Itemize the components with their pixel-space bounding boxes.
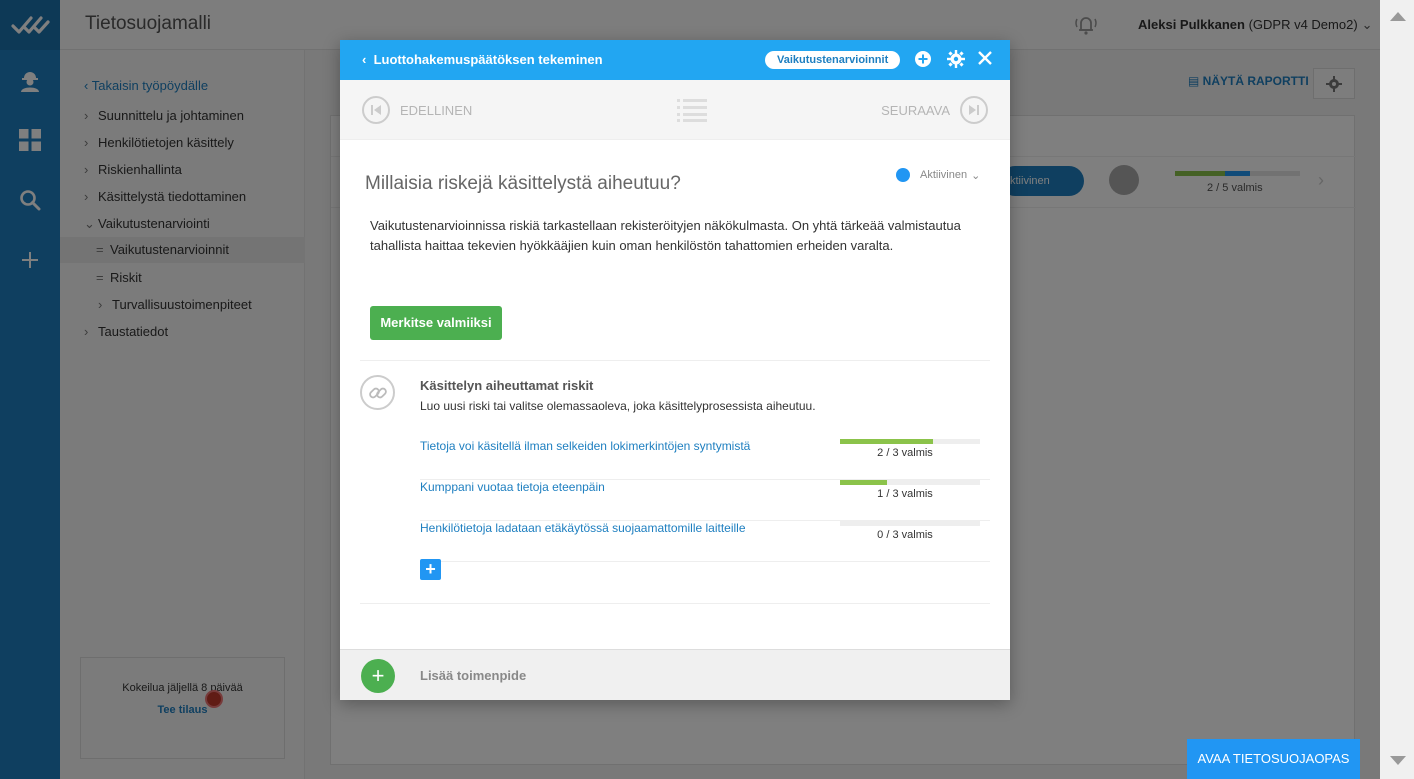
question-title: Millaisia riskejä käsittelystä aiheutuu? <box>365 173 681 194</box>
risk-progress-label: 2 / 3 valmis <box>877 447 933 459</box>
risk-progress-fill <box>840 439 934 444</box>
chevron-left-icon: ‹ <box>362 52 374 67</box>
step-modal: ‹ Luottohakemuspäätöksen tekeminen Vaiku… <box>340 40 1010 700</box>
risk-row[interactable]: Tietoja voi käsitellä ilman selkeiden lo… <box>420 439 990 480</box>
status-label: Aktiivinen <box>920 169 968 181</box>
chevron-down-icon: ⌄ <box>971 169 981 182</box>
step-navigation: EDELLINEN SEURAAVA <box>340 80 1010 140</box>
divider <box>360 360 990 361</box>
status-dot-icon <box>896 168 910 182</box>
close-icon[interactable] <box>978 51 992 70</box>
step-list-icon[interactable] <box>677 98 707 127</box>
add-action-icon[interactable]: + <box>361 659 395 693</box>
risk-row[interactable]: Henkilötietoja ladataan etäkäytössä suoj… <box>420 521 990 562</box>
risk-progress-label: 1 / 3 valmis <box>877 488 933 500</box>
gear-icon[interactable] <box>947 50 965 73</box>
divider <box>360 603 990 604</box>
risk-progress-bar <box>840 480 980 485</box>
previous-label: EDELLINEN <box>400 102 473 118</box>
link-icon <box>360 375 395 410</box>
mark-done-button[interactable]: Merkitse valmiiksi <box>370 306 502 340</box>
scroll-up-icon[interactable] <box>1390 12 1406 21</box>
risk-link[interactable]: Tietoja voi käsitellä ilman selkeiden lo… <box>420 439 750 453</box>
previous-button[interactable]: EDELLINEN <box>362 96 472 124</box>
next-button[interactable]: SEURAAVA <box>881 96 988 124</box>
add-risk-button[interactable]: + <box>420 559 441 580</box>
risk-link[interactable]: Henkilötietoja ladataan etäkäytössä suoj… <box>420 521 746 535</box>
section-subtitle: Luo uusi riski tai valitse olemassaoleva… <box>420 399 816 413</box>
section-title: Käsittelyn aiheuttamat riskit <box>420 378 594 393</box>
add-circle-icon[interactable] <box>914 50 932 73</box>
open-guide-button[interactable]: AVAA TIETOSUOJAOPAS <box>1187 739 1360 779</box>
modal-back-link[interactable]: ‹ Luottohakemuspäätöksen tekeminen <box>362 52 603 67</box>
risk-row[interactable]: Kumppani vuotaa tietoja eteenpäin 1 / 3 … <box>420 480 990 521</box>
next-label: SEURAAVA <box>881 102 950 118</box>
modal-footer: + Lisää toimenpide <box>340 649 1010 700</box>
modal-header: ‹ Luottohakemuspäätöksen tekeminen Vaiku… <box>340 40 1010 80</box>
risk-progress-bar <box>840 439 980 444</box>
scrollbar[interactable] <box>1380 0 1414 779</box>
risk-progress-label: 0 / 3 valmis <box>877 529 933 541</box>
risk-link[interactable]: Kumppani vuotaa tietoja eteenpäin <box>420 480 605 494</box>
skip-next-icon <box>960 96 988 124</box>
risk-progress-fill <box>840 480 887 485</box>
risk-progress-bar <box>840 521 980 526</box>
modal-title: Luottohakemuspäätöksen tekeminen <box>373 52 603 67</box>
scroll-down-icon[interactable] <box>1390 756 1406 765</box>
question-description: Vaikutustenarvioinnissa riskiä tarkastel… <box>370 218 961 253</box>
add-action-button[interactable]: Lisää toimenpide <box>420 668 526 683</box>
status-dropdown[interactable]: Aktiivinen ⌄ <box>896 168 980 182</box>
category-tag[interactable]: Vaikutustenarvioinnit <box>765 51 901 69</box>
skip-previous-icon <box>362 96 390 124</box>
